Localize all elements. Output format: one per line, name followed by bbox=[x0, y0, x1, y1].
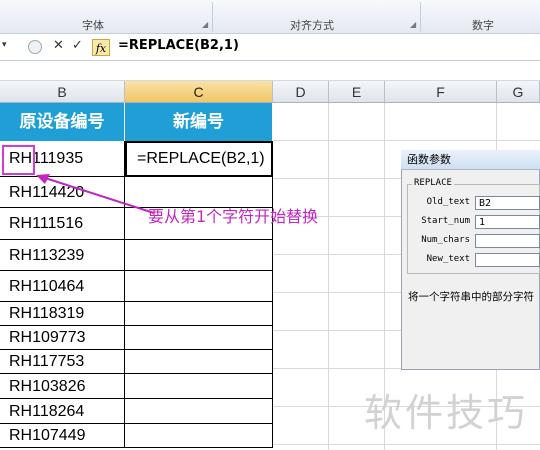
cell-b8[interactable]: RH109773 bbox=[0, 326, 125, 350]
header-cell-original-id[interactable]: 原设备编号 bbox=[0, 103, 125, 141]
formula-bar-toggle-icon[interactable] bbox=[28, 40, 42, 54]
arg-input-num-chars[interactable] bbox=[475, 234, 540, 248]
cell-c6[interactable] bbox=[125, 271, 273, 302]
ribbon bbox=[0, 0, 540, 34]
cell-b10[interactable]: RH103826 bbox=[0, 374, 125, 399]
arg-input-start-num[interactable]: 1 bbox=[475, 215, 540, 229]
cell-b5[interactable]: RH113239 bbox=[0, 240, 125, 271]
cell-c9[interactable] bbox=[125, 350, 273, 374]
grid-line bbox=[328, 103, 329, 450]
column-header-g[interactable]: G bbox=[497, 81, 540, 103]
arg-label-old-text: Old_text bbox=[426, 197, 470, 207]
dialog-title[interactable]: 函数参数 bbox=[401, 150, 540, 170]
column-header-f[interactable]: F bbox=[385, 81, 497, 103]
font-dialog-launcher-icon[interactable]: ◢ bbox=[202, 20, 208, 29]
ribbon-group-number-label: 数字 bbox=[472, 19, 494, 32]
cell-c7[interactable] bbox=[125, 302, 273, 326]
cell-c8[interactable] bbox=[125, 326, 273, 350]
cell-c11[interactable] bbox=[125, 399, 273, 424]
annotation-text: 要从第1个字符开始替换 bbox=[148, 207, 319, 226]
arg-input-new-text[interactable] bbox=[475, 253, 540, 267]
alignment-dialog-launcher-icon[interactable]: ◢ bbox=[410, 20, 416, 29]
annotation-arrow-icon bbox=[36, 174, 155, 214]
ribbon-separator bbox=[420, 2, 421, 32]
dialog-function-name: REPLACE bbox=[412, 178, 454, 188]
enter-icon[interactable]: ✓ bbox=[72, 38, 83, 53]
header-cell-new-id[interactable]: 新编号 bbox=[125, 103, 273, 141]
column-header-e[interactable]: E bbox=[329, 81, 385, 103]
column-header-b[interactable]: B bbox=[0, 81, 125, 103]
cell-b6[interactable]: RH110464 bbox=[0, 271, 125, 302]
column-header-d[interactable]: D bbox=[273, 81, 329, 103]
formula-input[interactable]: =REPLACE(B2,1) bbox=[118, 38, 239, 53]
sheet-top-strip bbox=[0, 61, 540, 81]
cell-c12[interactable] bbox=[125, 424, 273, 448]
insert-function-icon[interactable]: fx bbox=[92, 39, 110, 56]
cell-b12[interactable]: RH107449 bbox=[0, 424, 125, 448]
arg-label-num-chars: Num_chars bbox=[421, 235, 470, 245]
ribbon-separator bbox=[212, 2, 213, 32]
arg-label-start-num: Start_num bbox=[421, 216, 470, 226]
cell-c10[interactable] bbox=[125, 374, 273, 399]
column-header-c[interactable]: C bbox=[125, 81, 273, 103]
ribbon-group-font-label: 字体 bbox=[82, 19, 104, 32]
ribbon-group-alignment-label: 对齐方式 bbox=[290, 19, 334, 32]
watermark: 软件技巧 bbox=[364, 391, 529, 435]
cell-b7[interactable]: RH118319 bbox=[0, 302, 125, 326]
cell-b11[interactable]: RH118264 bbox=[0, 399, 125, 424]
arg-label-new-text: New_text bbox=[426, 254, 470, 264]
arg-input-old-text[interactable]: B2 bbox=[475, 196, 540, 210]
dialog-description: 将一个字符串中的部分字符 bbox=[408, 291, 534, 303]
cell-b9[interactable]: RH117753 bbox=[0, 350, 125, 374]
cell-c5[interactable] bbox=[125, 240, 273, 271]
cancel-icon[interactable]: ✕ bbox=[53, 38, 64, 53]
name-box-dropdown-icon[interactable]: ▾ bbox=[2, 40, 12, 54]
